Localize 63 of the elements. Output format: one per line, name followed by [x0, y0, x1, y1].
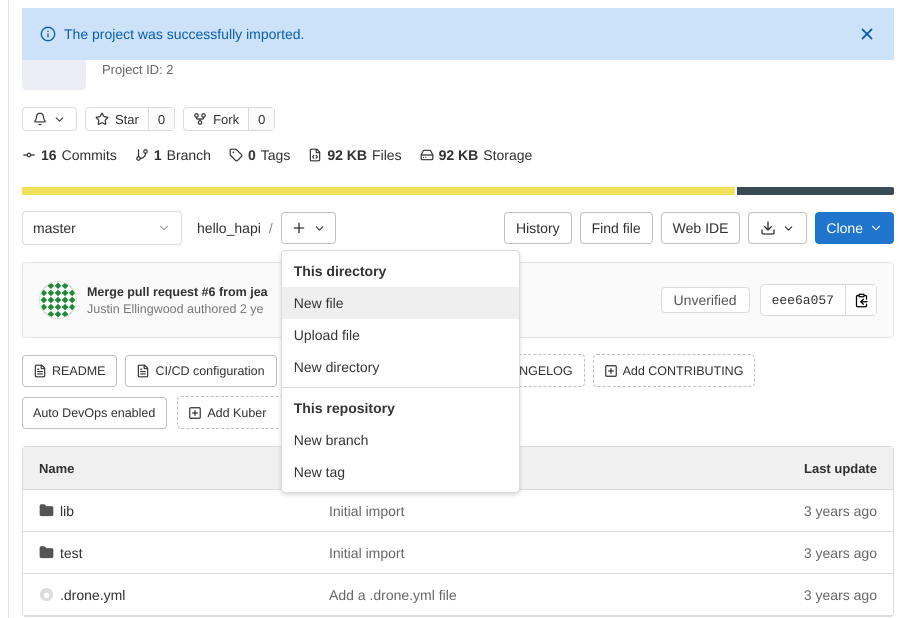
path-separator: / [268, 220, 273, 236]
identicon-avatar [39, 281, 77, 319]
signature-badge: Unverified [660, 287, 750, 313]
info-icon [40, 26, 56, 42]
menu-item[interactable]: New directory [282, 351, 519, 383]
last-commit-link[interactable]: Initial import [329, 544, 804, 560]
path-link[interactable]: hello_hapi [197, 220, 261, 236]
document-icon [33, 364, 47, 378]
last-update-cell: 3 years ago [804, 502, 877, 518]
commit-sha-field: eee6a057 [760, 284, 877, 316]
copy-button[interactable] [845, 285, 876, 315]
stat-link[interactable]: 92 KB Storage [420, 147, 532, 163]
add-shortcut-button[interactable]: Add CONTRIBUTING [592, 354, 756, 387]
file-name-link[interactable]: test [39, 544, 329, 560]
bell-icon [33, 112, 47, 126]
folder-icon [39, 503, 54, 518]
project-id: Project ID: 2 [102, 62, 174, 77]
counter-count: 0 [248, 108, 274, 130]
shortcut-button[interactable]: README [22, 354, 118, 386]
star-icon [95, 112, 109, 126]
menu-item[interactable]: New tag [282, 456, 519, 488]
download-button[interactable] [748, 212, 808, 244]
file-icon [308, 148, 322, 162]
commit-title[interactable]: Merge pull request #6 from jea [87, 284, 268, 298]
column-header: Last update [804, 460, 877, 476]
last-commit-link[interactable]: Add a .drone.yml file [329, 586, 804, 602]
config-file-icon [39, 587, 54, 602]
counter-count: 0 [148, 108, 174, 130]
menu-item[interactable]: Upload file [282, 319, 519, 351]
branch-icon [134, 148, 149, 162]
file-name-link[interactable]: lib [39, 502, 329, 518]
folder-icon [39, 545, 54, 560]
file-name-link[interactable]: .drone.yml [39, 586, 329, 602]
shortcut-button[interactable]: CI/CD configuration [125, 354, 277, 386]
drive-icon [420, 148, 434, 162]
menu-item[interactable]: New file [282, 287, 519, 319]
toolbar-button[interactable]: Web IDE [660, 212, 740, 244]
stat-link[interactable]: 92 KB Files [308, 147, 402, 163]
last-update-cell: 3 years ago [804, 586, 877, 602]
download-icon [760, 220, 776, 236]
last-commit-link[interactable]: Initial import [329, 502, 804, 518]
column-header: Name [39, 460, 74, 476]
menu-header: This directory [292, 262, 388, 281]
stat-link[interactable]: 0 Tags [228, 147, 290, 163]
clone-button[interactable]: Clone [815, 212, 894, 244]
toolbar-button[interactable]: History [504, 212, 572, 244]
last-update-cell: 3 years ago [804, 544, 877, 560]
commit-meta: Justin Ellingwood authored 2 ye [87, 302, 264, 316]
branch-select[interactable]: master [22, 211, 182, 245]
toolbar-button[interactable]: Find file [580, 212, 653, 244]
stat-link[interactable]: 16 Commits [22, 147, 117, 163]
stat-link[interactable]: 1 Branch [134, 147, 211, 163]
notification-button[interactable] [22, 107, 77, 131]
tag-icon [228, 148, 243, 162]
plus-square-icon [188, 406, 202, 420]
alert-message: The project was successfully imported. [64, 26, 306, 42]
clipboard-icon [854, 292, 868, 308]
menu-item[interactable]: New branch [282, 424, 519, 456]
plus-icon [290, 220, 307, 236]
fork-icon [193, 112, 208, 126]
shortcut-button[interactable]: Auto DevOps enabled [22, 396, 168, 428]
document-icon [136, 364, 150, 378]
plus-square-icon [604, 364, 618, 378]
